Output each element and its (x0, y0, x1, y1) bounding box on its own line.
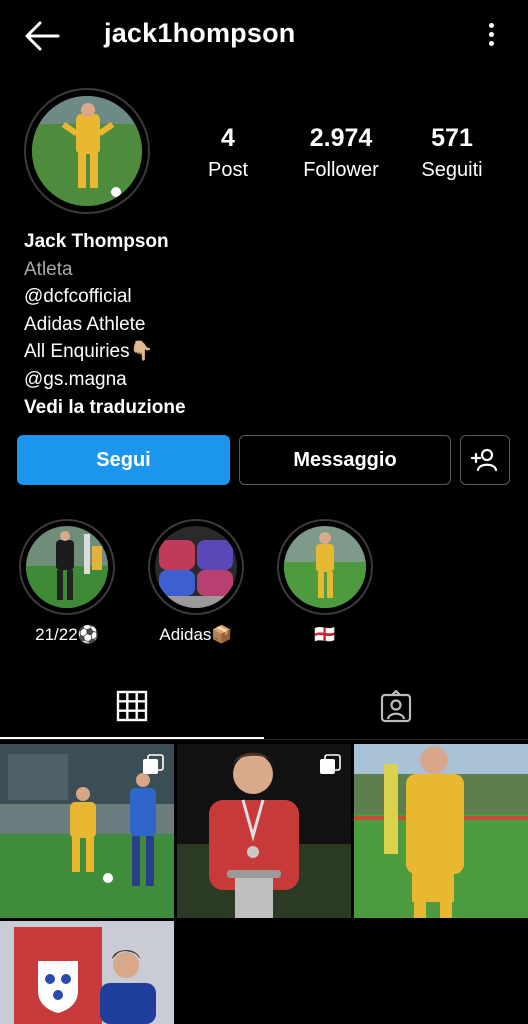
highlight-england[interactable]: 🏴󠁧󠁢󠁥󠁮󠁧󠁿 (275, 519, 375, 645)
highlight-cover (155, 526, 237, 608)
multiple-photos-icon (142, 754, 164, 776)
message-button[interactable]: Messaggio (239, 435, 451, 485)
bio-line: Adidas Athlete (24, 313, 146, 335)
post-thumbnail-3[interactable] (354, 744, 528, 918)
following-count: 571 (431, 124, 473, 152)
tab-posts-grid[interactable] (0, 675, 264, 739)
tab-tagged[interactable] (264, 675, 528, 738)
suggested-users-button[interactable] (460, 435, 510, 485)
grid-icon (116, 690, 148, 722)
highlight-adidas[interactable]: Adidas📦 (146, 519, 246, 645)
profile-bio: Jack Thompson Atleta @dcfcofficial Adida… (24, 228, 186, 421)
display-name: Jack Thompson (24, 231, 169, 252)
following-label: Seguiti (421, 159, 483, 181)
bio-line: All Enquiries👇🏼 (24, 341, 154, 363)
stat-posts[interactable]: 4 Post (168, 124, 288, 182)
tagged-person-icon (380, 689, 412, 722)
stat-followers[interactable]: 2.974 Follower (281, 124, 401, 182)
avatar-photo (32, 96, 142, 206)
stat-following[interactable]: 571 Seguiti (392, 124, 512, 182)
profile-tabs (0, 675, 528, 740)
post-thumbnail-4[interactable] (0, 921, 174, 1024)
multiple-photos-icon (319, 754, 341, 776)
more-options-icon[interactable] (484, 20, 498, 50)
followers-label: Follower (303, 159, 379, 181)
posts-label: Post (207, 159, 249, 181)
add-person-icon (471, 448, 498, 472)
back-arrow-icon[interactable] (22, 18, 62, 54)
profile-username: jack1hompson (104, 18, 296, 48)
followers-count: 2.974 (309, 124, 373, 152)
highlight-cover (284, 526, 366, 608)
bio-mention-link[interactable]: @gs.magna (24, 366, 186, 394)
post-thumbnail-1[interactable] (0, 744, 174, 918)
profile-category: Atleta (24, 258, 73, 280)
highlight-label: 21/22⚽ (35, 625, 99, 644)
bio-mention-link[interactable]: @dcfcofficial (24, 283, 186, 311)
posts-count: 4 (221, 124, 235, 152)
highlight-cover (26, 526, 108, 608)
highlight-2122[interactable]: 21/22⚽ (17, 519, 117, 645)
profile-avatar[interactable] (24, 88, 150, 214)
see-translation-link[interactable]: Vedi la traduzione (24, 394, 186, 422)
highlight-label: Adidas📦 (159, 625, 233, 644)
follow-button[interactable]: Segui (17, 435, 230, 485)
post-thumbnail-2[interactable] (177, 744, 351, 918)
top-bar: jack1hompson (0, 0, 528, 70)
highlight-label: 🏴󠁧󠁢󠁥󠁮󠁧󠁿 (314, 625, 336, 644)
